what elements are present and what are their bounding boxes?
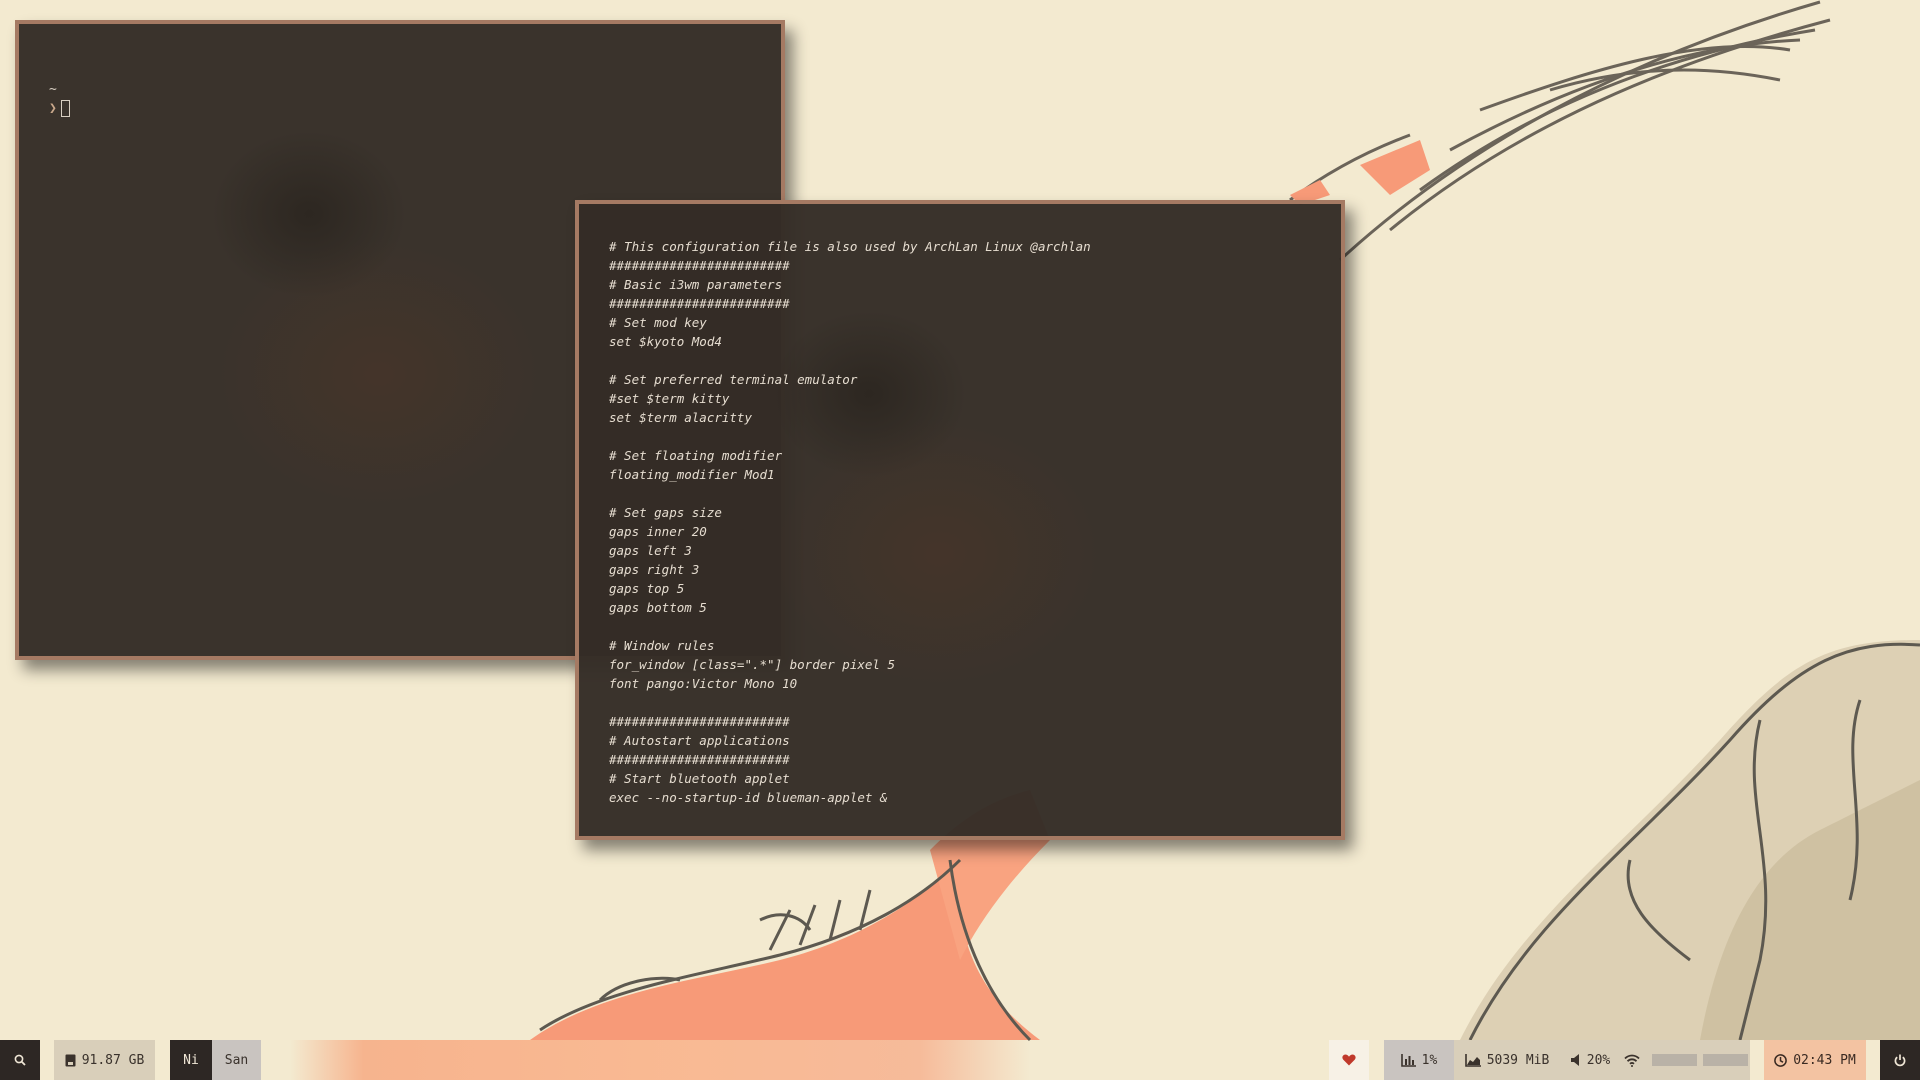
config-line: # Window rules — [609, 638, 715, 653]
volume-module[interactable]: 20% — [1560, 1040, 1621, 1080]
power-button[interactable] — [1880, 1040, 1920, 1080]
workspace-button[interactable]: San — [212, 1040, 261, 1080]
desktop: ~ ❯ # This configuration file is also us… — [0, 0, 1920, 1080]
config-line: # Basic i3wm parameters — [609, 277, 783, 292]
config-line: # Set floating modifier — [609, 448, 783, 463]
config-line: ######################## — [609, 296, 790, 311]
clock-time: 02:43 PM — [1793, 1052, 1856, 1068]
config-line — [609, 617, 1091, 636]
config-file-content[interactable]: # This configuration file is also used b… — [609, 237, 1091, 807]
config-line: set $kyoto Mod4 — [609, 334, 722, 349]
config-line: set $term alacritty — [609, 410, 752, 425]
config-line: exec --no-startup-id blueman-applet & — [609, 790, 888, 805]
config-line: # Start bluetooth applet — [609, 771, 790, 786]
favorite-button[interactable] — [1329, 1040, 1369, 1080]
network-module[interactable] — [1621, 1040, 1750, 1080]
text-cursor — [60, 100, 70, 117]
bar-chart-icon — [1400, 1053, 1416, 1067]
network-name-redacted — [1651, 1054, 1697, 1066]
shell-prompt[interactable]: ~ ❯ — [49, 80, 70, 118]
disk-usage-value: 91.87 GB — [81, 1052, 145, 1068]
config-line — [609, 351, 1091, 370]
workspace-label: Ni — [183, 1052, 199, 1068]
area-chart-icon — [1464, 1053, 1481, 1067]
config-line: # Set gaps size — [609, 505, 722, 520]
memory-usage-value: 5039 MiB — [1486, 1052, 1550, 1068]
config-line: ######################## — [609, 258, 790, 273]
config-line: for_window [class=".*"] border pixel 5 — [609, 657, 895, 672]
cpu-module[interactable]: 1% — [1384, 1040, 1454, 1080]
disk-icon — [65, 1054, 76, 1066]
config-line — [609, 693, 1091, 712]
prompt-symbol: ❯ — [49, 101, 57, 116]
wallpaper-bird-beak — [1360, 140, 1430, 195]
config-line — [609, 484, 1091, 503]
power-icon — [1894, 1054, 1906, 1066]
bar-window-title-area — [290, 1040, 1030, 1080]
config-line: #set $term kitty — [609, 391, 730, 406]
config-line: ######################## — [609, 752, 790, 767]
config-line: gaps bottom 5 — [609, 600, 707, 615]
wifi-icon — [1623, 1054, 1640, 1067]
workspace-button[interactable]: Ni — [170, 1040, 212, 1080]
config-line: gaps left 3 — [609, 543, 692, 558]
config-line: gaps inner 20 — [609, 524, 707, 539]
clock-module[interactable]: 02:43 PM — [1764, 1040, 1866, 1080]
cpu-usage-value: 1% — [1421, 1052, 1438, 1068]
config-line — [609, 427, 1091, 446]
workspace-label: San — [224, 1052, 249, 1068]
config-terminal-window[interactable]: # This configuration file is also used b… — [575, 200, 1345, 840]
config-line: # Autostart applications — [609, 733, 790, 748]
launcher-button[interactable] — [0, 1040, 40, 1080]
memory-module[interactable]: 5039 MiB — [1454, 1040, 1560, 1080]
config-line: gaps top 5 — [609, 581, 685, 596]
network-address-redacted — [1702, 1054, 1748, 1066]
config-line: font pango:Victor Mono 10 — [609, 676, 798, 691]
search-icon — [14, 1054, 26, 1066]
config-line: # Set preferred terminal emulator — [609, 372, 858, 387]
volume-value: 20% — [1586, 1052, 1611, 1068]
status-bar: 91.87 GB Ni San 1% 5039 MiB 20% 02:43 PM — [0, 1040, 1920, 1080]
speaker-icon — [1570, 1054, 1579, 1066]
config-line: gaps right 3 — [609, 562, 700, 577]
config-line: ######################## — [609, 714, 790, 729]
heart-icon — [1342, 1054, 1356, 1066]
wallpaper-bird-wing — [1289, 0, 1831, 262]
prompt-directory: ~ — [49, 82, 57, 97]
config-line: # Set mod key — [609, 315, 707, 330]
disk-usage-module[interactable]: 91.87 GB — [54, 1040, 155, 1080]
config-line: # This configuration file is also used b… — [609, 239, 1091, 254]
clock-icon — [1774, 1053, 1788, 1067]
config-line: floating_modifier Mod1 — [609, 467, 775, 482]
